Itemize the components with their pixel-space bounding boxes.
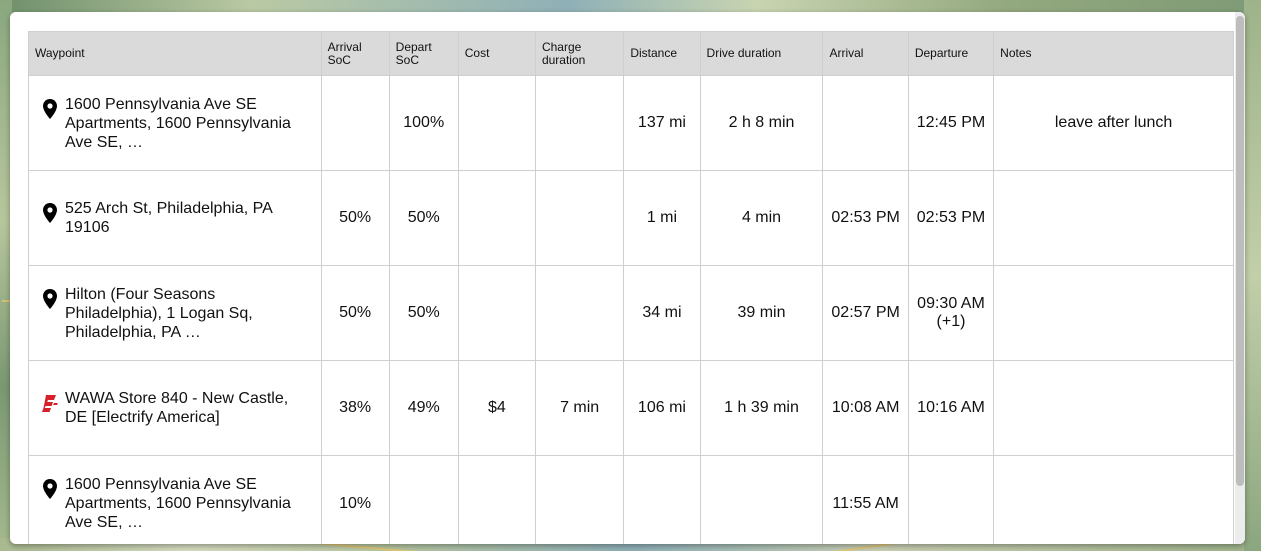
map-pin-icon	[35, 285, 65, 309]
col-header-arrival-soc[interactable]: Arrival SoC	[320, 31, 390, 76]
waypoint-name: 1600 Pennsylvania Ave SE Apartments, 160…	[65, 476, 291, 531]
waypoint-name: 525 Arch St, Philadelphia, PA 19106	[65, 200, 272, 236]
waypoint-cell[interactable]: 1600 Pennsylvania Ave SE Apartments, 160…	[28, 75, 322, 171]
drive-duration-cell	[699, 455, 824, 544]
col-header-charge-duration[interactable]: Charge duration	[534, 31, 625, 76]
arrival-cell: 02:57 PM	[822, 265, 909, 361]
col-header-waypoint[interactable]: Waypoint	[28, 31, 322, 76]
drive-duration-cell: 39 min	[699, 265, 824, 361]
cost-cell	[457, 455, 536, 544]
waypoint-name: 1600 Pennsylvania Ave SE Apartments, 160…	[65, 95, 291, 151]
waypoint-name: Hilton (Four Seasons Philadelphia), 1 Lo…	[65, 285, 253, 341]
departure-cell[interactable]: 09:30 AM (+1)	[907, 265, 995, 361]
charge-duration-cell: 7 min	[534, 360, 625, 456]
route-table-panel: Waypoint Arrival SoC Depart SoC Cost Cha…	[10, 12, 1245, 544]
departure-cell[interactable]: 02:53 PM	[907, 170, 995, 266]
table-row[interactable]: WAWA Store 840 - New Castle, DE [Electri…	[28, 360, 1234, 456]
notes-cell[interactable]: leave after lunch	[993, 75, 1234, 171]
cost-cell	[457, 75, 536, 171]
distance-cell: 34 mi	[623, 265, 701, 361]
table-header-row: Waypoint Arrival SoC Depart SoC Cost Cha…	[28, 31, 1234, 76]
arrival-soc-cell	[320, 75, 390, 171]
map-pin-icon	[35, 475, 65, 499]
arrival-cell: 02:53 PM	[822, 170, 909, 266]
scrollbar-thumb[interactable]	[1236, 16, 1244, 486]
waypoint-cell[interactable]: Hilton (Four Seasons Philadelphia), 1 Lo…	[28, 265, 322, 361]
arrival-soc-cell: 10%	[320, 455, 390, 544]
col-header-distance[interactable]: Distance	[623, 31, 701, 76]
notes-cell[interactable]	[993, 170, 1234, 266]
charge-duration-cell	[534, 75, 625, 171]
distance-cell: 1 mi	[623, 170, 701, 266]
col-header-departure[interactable]: Departure	[907, 31, 995, 76]
departure-cell[interactable]	[907, 455, 995, 544]
charge-duration-cell	[534, 455, 625, 544]
distance-cell: 137 mi	[623, 75, 701, 171]
arrival-soc-cell: 38%	[320, 360, 390, 456]
table-row[interactable]: 1600 Pennsylvania Ave SE Apartments, 160…	[28, 75, 1234, 171]
notes-cell[interactable]	[993, 455, 1234, 544]
distance-cell	[623, 455, 701, 544]
electrify-america-icon	[35, 389, 65, 415]
col-header-depart-soc[interactable]: Depart SoC	[388, 31, 459, 76]
table-row[interactable]: 525 Arch St, Philadelphia, PA 19106 50% …	[28, 170, 1234, 266]
waypoint-cell[interactable]: 525 Arch St, Philadelphia, PA 19106	[28, 170, 322, 266]
col-header-notes[interactable]: Notes	[993, 31, 1234, 76]
arrival-soc-cell: 50%	[320, 265, 390, 361]
col-header-cost[interactable]: Cost	[457, 31, 536, 76]
waypoint-cell[interactable]: 1600 Pennsylvania Ave SE Apartments, 160…	[28, 455, 322, 544]
map-pin-icon	[35, 199, 65, 223]
depart-soc-cell[interactable]: 50%	[388, 265, 459, 361]
cost-cell: $4	[457, 360, 536, 456]
arrival-cell	[822, 75, 909, 171]
cost-cell	[457, 170, 536, 266]
col-header-drive-duration[interactable]: Drive duration	[699, 31, 824, 76]
departure-cell[interactable]: 12:45 PM	[907, 75, 995, 171]
notes-cell[interactable]	[993, 265, 1234, 361]
drive-duration-cell: 4 min	[699, 170, 824, 266]
table-row[interactable]: 1600 Pennsylvania Ave SE Apartments, 160…	[28, 455, 1234, 544]
route-table: Waypoint Arrival SoC Depart SoC Cost Cha…	[28, 31, 1234, 544]
departure-cell[interactable]: 10:16 AM	[907, 360, 995, 456]
col-header-arrival[interactable]: Arrival	[822, 31, 909, 76]
cost-cell	[457, 265, 536, 361]
depart-soc-cell[interactable]: 100%	[388, 75, 459, 171]
arrival-cell: 10:08 AM	[822, 360, 909, 456]
waypoint-cell[interactable]: WAWA Store 840 - New Castle, DE [Electri…	[28, 360, 322, 456]
arrival-cell: 11:55 AM	[822, 455, 909, 544]
distance-cell: 106 mi	[623, 360, 701, 456]
notes-cell[interactable]	[993, 360, 1234, 456]
map-pin-icon	[35, 95, 65, 119]
vertical-scrollbar[interactable]	[1235, 12, 1245, 544]
charge-duration-cell	[534, 265, 625, 361]
drive-duration-cell: 2 h 8 min	[699, 75, 824, 171]
depart-soc-cell[interactable]	[388, 455, 459, 544]
charge-duration-cell	[534, 170, 625, 266]
drive-duration-cell: 1 h 39 min	[699, 360, 824, 456]
waypoint-name: WAWA Store 840 - New Castle, DE [Electri…	[65, 390, 289, 426]
depart-soc-cell[interactable]: 50%	[388, 170, 459, 266]
table-row[interactable]: Hilton (Four Seasons Philadelphia), 1 Lo…	[28, 265, 1234, 361]
arrival-soc-cell: 50%	[320, 170, 390, 266]
depart-soc-cell[interactable]: 49%	[388, 360, 459, 456]
